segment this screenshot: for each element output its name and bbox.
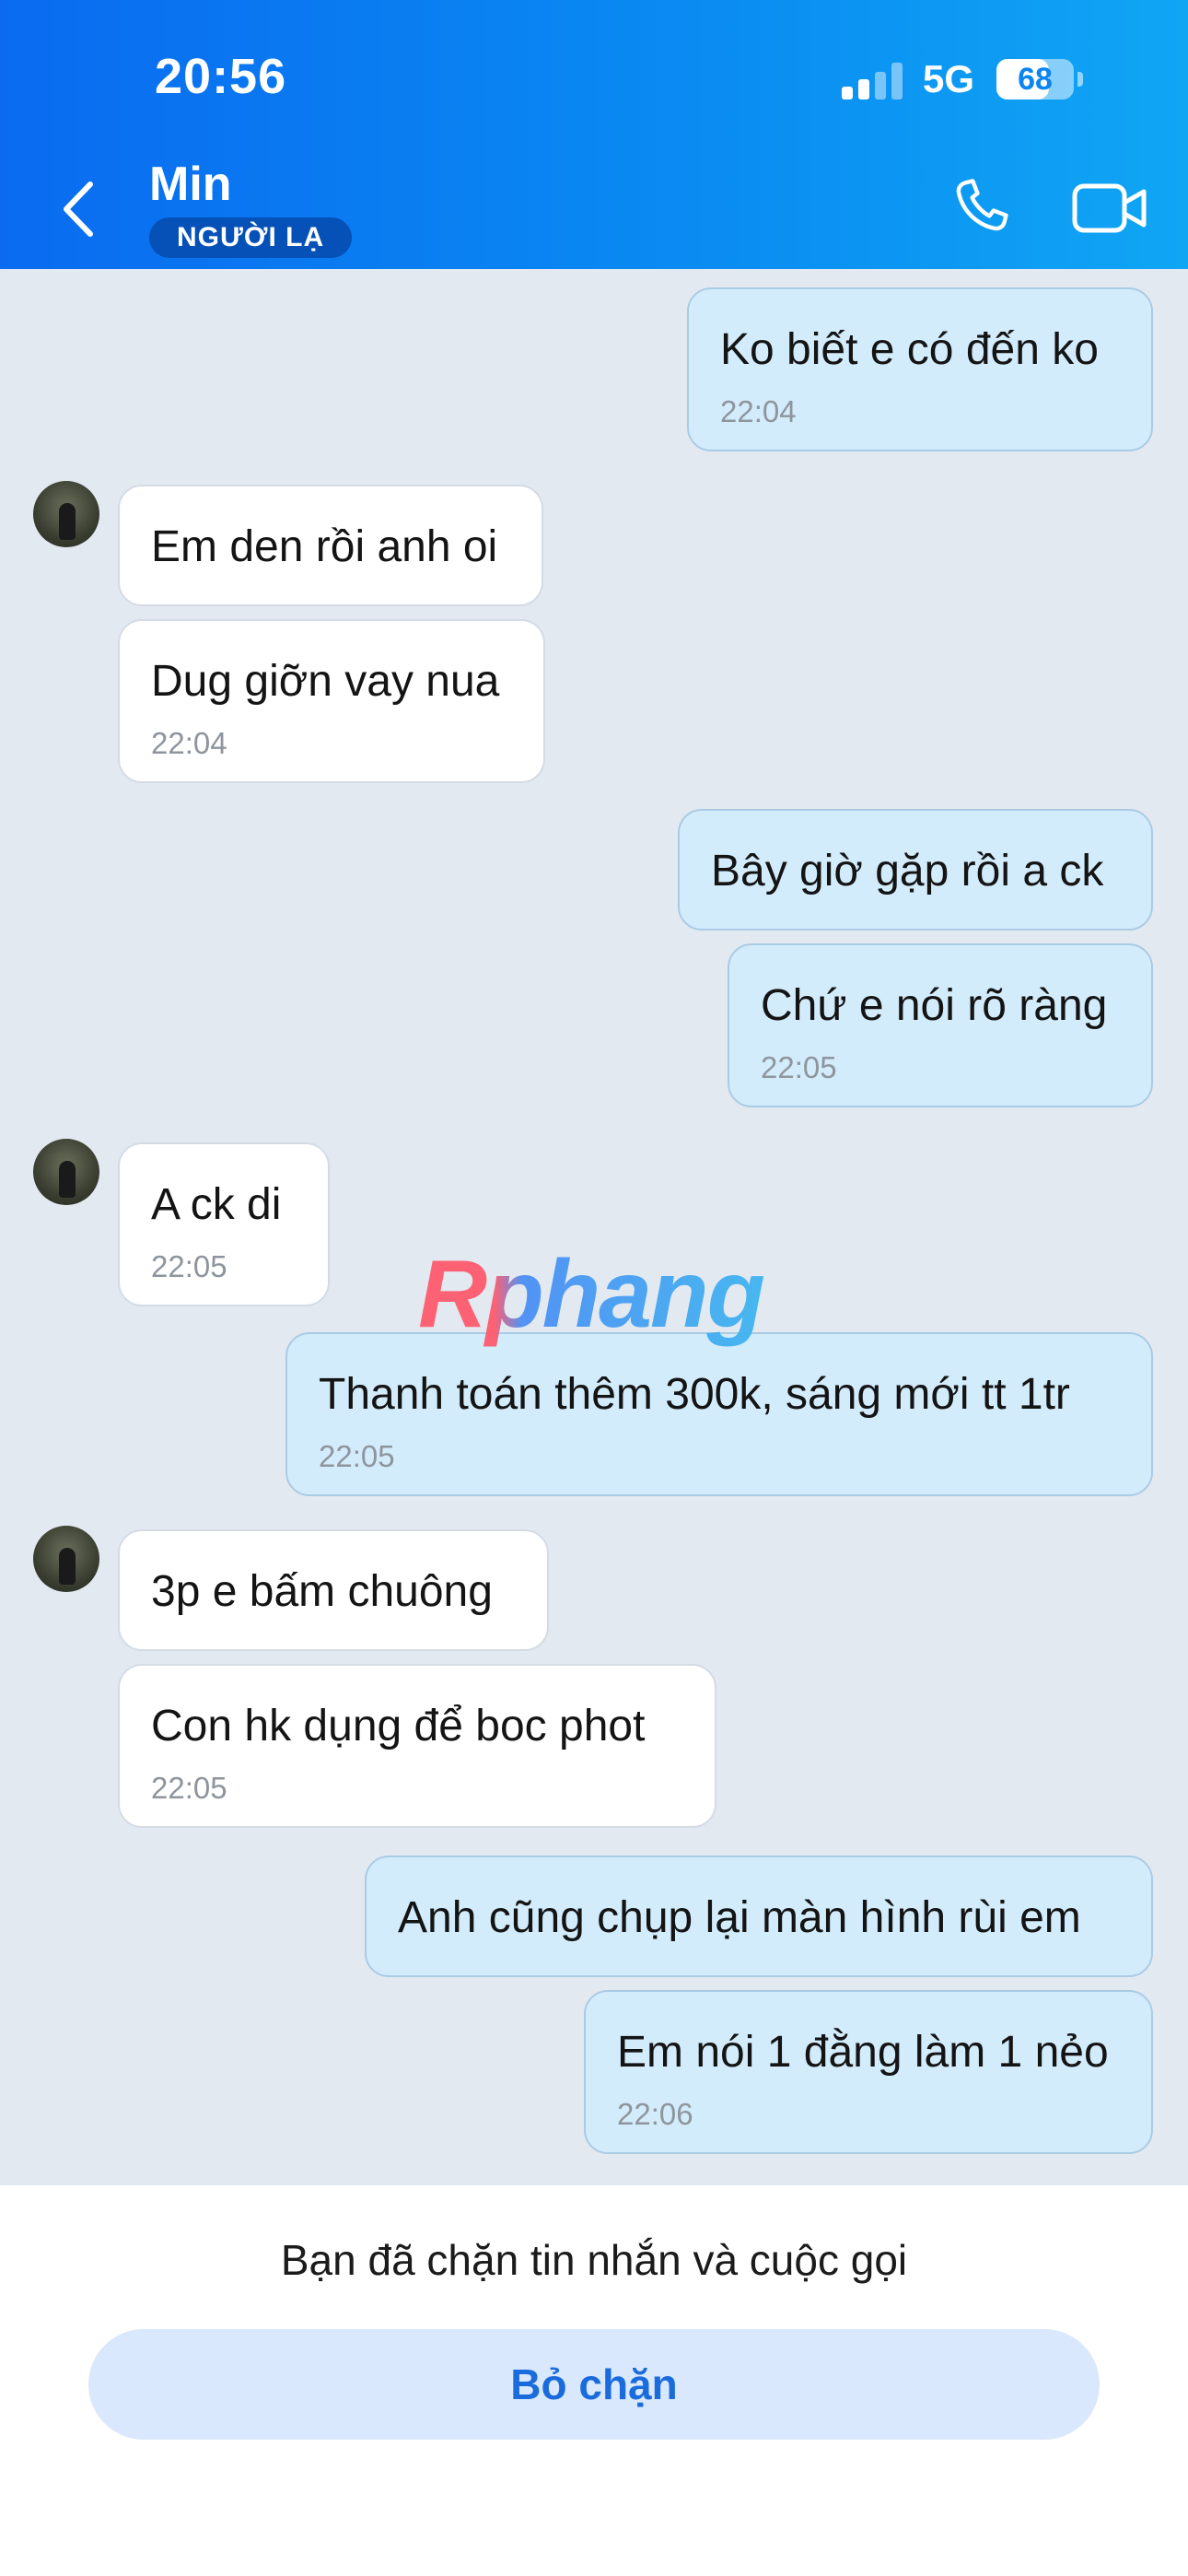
signal-icon [842,63,903,100]
message-bubble-incoming[interactable]: Con hk dụng để boc phot 22:05 [118,1664,716,1828]
call-button[interactable] [949,175,1013,240]
message-bubble-incoming[interactable]: 3p e bấm chuông [118,1529,549,1651]
contact-name[interactable]: Min [149,157,232,212]
message-text: Dug giỡn vay nua [151,657,500,706]
message-time: 22:06 [617,2097,693,2131]
message-time: 22:05 [319,1439,395,1473]
message-bubble-incoming[interactable]: Em den rồi anh oi [118,485,543,606]
message-text: 3p e bấm chuông [151,1567,493,1616]
message-text: Con hk dụng để boc phot [151,1702,646,1751]
message-list[interactable]: Ko biết e có đến ko 22:04 Em den rồi anh… [0,269,1188,2185]
phone-icon [956,179,1008,231]
message-bubble-incoming[interactable]: Dug giỡn vay nua 22:04 [118,619,545,783]
home-indicator[interactable] [416,2534,772,2547]
blocked-panel: Bạn đã chặn tin nhắn và cuộc gọi Bỏ chặn [0,2185,1188,2576]
message-text: Em nói 1 đằng làm 1 nẻo [617,2028,1109,2077]
message-bubble-outgoing[interactable]: Em nói 1 đằng làm 1 nẻo 22:06 [584,1990,1153,2154]
blocked-notice: Bạn đã chặn tin nhắn và cuộc gọi [280,2236,908,2284]
message-text: Thanh toán thêm 300k, sáng mới tt 1tr [319,1370,1070,1419]
status-time: 20:56 [155,49,287,104]
message-time: 22:04 [151,726,227,760]
message-bubble-outgoing[interactable]: Ko biết e có đến ko 22:04 [687,287,1153,451]
video-call-button[interactable] [1072,181,1147,236]
message-text: Anh cũng chụp lại màn hình rùi em [398,1893,1081,1942]
message-text: Chứ e nói rõ ràng [761,981,1108,1030]
message-time: 22:04 [720,394,797,428]
avatar[interactable] [33,1526,99,1592]
chevron-left-icon [64,181,93,237]
message-bubble-outgoing[interactable]: Bây giờ gặp rồi a ck [678,809,1153,931]
battery-icon: 68 [996,59,1074,100]
back-button[interactable] [55,177,101,241]
chat-header: 20:56 5G 68 Min NGƯỜI LẠ [0,0,1188,269]
battery-level: 68 [1018,62,1053,97]
message-text: Bây giờ gặp rồi a ck [711,847,1104,896]
message-time: 22:05 [761,1050,837,1084]
message-text: Em den rồi anh oi [151,522,498,571]
message-bubble-outgoing[interactable]: Anh cũng chụp lại màn hình rùi em [365,1856,1153,1977]
message-text: Ko biết e có đến ko [720,325,1099,374]
video-camera-icon [1072,183,1147,233]
message-text: A ck di [151,1180,282,1229]
message-bubble-outgoing[interactable]: Chứ e nói rõ ràng 22:05 [728,943,1153,1107]
message-bubble-incoming[interactable]: A ck di 22:05 [118,1142,330,1306]
stranger-badge: NGƯỜI LẠ [149,217,353,258]
message-bubble-outgoing[interactable]: Thanh toán thêm 300k, sáng mới tt 1tr 22… [285,1332,1153,1496]
message-time: 22:05 [151,1771,227,1805]
network-label: 5G [923,57,975,100]
unblock-button[interactable]: Bỏ chặn [88,2329,1100,2440]
avatar[interactable] [33,1139,99,1205]
battery-tip [1077,72,1083,87]
watermark: Rphang [418,1241,765,1348]
message-time: 22:05 [151,1249,227,1283]
avatar[interactable] [33,481,99,547]
